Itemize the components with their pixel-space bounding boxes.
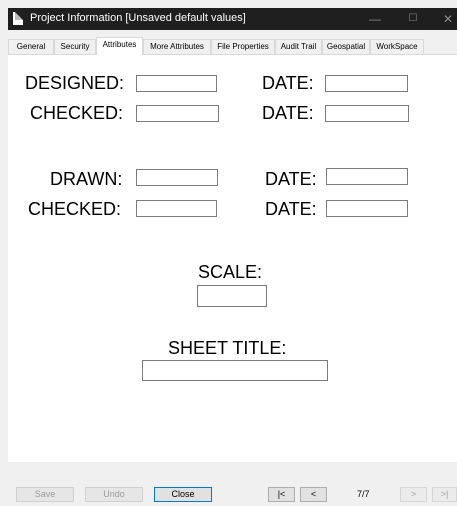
minimize-button[interactable]: — — [363, 10, 387, 28]
checked-date-field[interactable] — [325, 105, 409, 122]
previous-page-button[interactable]: < — [300, 487, 327, 502]
tab-strip: General Security Attributes More Attribu… — [8, 37, 457, 55]
last-page-button[interactable]: >| — [432, 487, 457, 502]
checked-2-date-label: DATE: — [265, 199, 317, 219]
tab-file-properties[interactable]: File Properties — [211, 39, 275, 54]
document-icon — [13, 12, 23, 25]
page-indicator: 7/7 — [357, 489, 370, 499]
first-page-button[interactable]: |< — [268, 487, 295, 502]
designed-field[interactable] — [136, 75, 217, 92]
sheet-title-field[interactable] — [142, 360, 328, 381]
checked-2-date-field[interactable] — [326, 200, 408, 217]
undo-button[interactable]: Undo — [85, 487, 143, 502]
scale-field[interactable] — [197, 285, 267, 307]
drawn-date-label: DATE: — [265, 169, 317, 189]
tab-audit-trail[interactable]: Audit Trail — [275, 39, 322, 54]
checked-label: CHECKED: — [30, 103, 124, 123]
checked-field[interactable] — [136, 105, 219, 122]
designed-date-field[interactable] — [325, 75, 408, 92]
drawn-label: DRAWN: — [50, 169, 123, 189]
checked-2-field[interactable] — [136, 200, 217, 217]
next-page-button[interactable]: > — [400, 487, 427, 502]
close-button[interactable]: Close — [154, 487, 212, 502]
checked-date-label: DATE: — [262, 103, 314, 123]
tab-security[interactable]: Security — [54, 39, 96, 54]
drawn-field[interactable] — [136, 169, 218, 186]
title-bar: Project Information [Unsaved default val… — [8, 8, 457, 30]
designed-date-label: DATE: — [262, 73, 314, 93]
scale-label: SCALE: — [198, 262, 263, 282]
tab-general[interactable]: General — [8, 39, 54, 54]
checked-2-label: CHECKED: — [28, 199, 122, 219]
tab-workspace[interactable]: WorkSpace — [370, 39, 424, 54]
save-button[interactable]: Save — [16, 487, 74, 502]
close-window-button[interactable]: ✕ — [436, 10, 457, 28]
maximize-button[interactable]: ☐ — [401, 10, 425, 28]
window-title: Project Information [Unsaved default val… — [30, 12, 246, 24]
attributes-panel: DESIGNED: DATE: CHECKED: DATE: DRAWN: DA… — [8, 54, 457, 462]
tab-more-attributes[interactable]: More Attributes — [143, 39, 211, 54]
tab-attributes[interactable]: Attributes — [96, 37, 143, 55]
drawn-date-field[interactable] — [326, 168, 408, 185]
tab-geospatial[interactable]: Geospatial — [322, 39, 370, 54]
project-information-window: Project Information [Unsaved default val… — [0, 0, 457, 506]
footer-bar: Save Undo Close |< < 7/7 > >| — [8, 462, 457, 506]
sheet-title-label: SHEET TITLE: — [168, 338, 287, 358]
designed-label: DESIGNED: — [25, 73, 125, 93]
